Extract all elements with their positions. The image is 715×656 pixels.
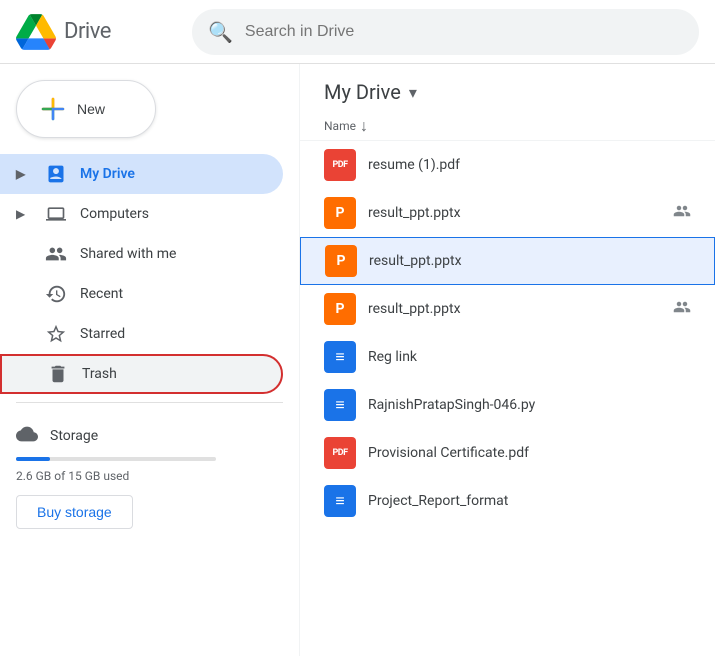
file-item[interactable]: ≡ Project_Report_format bbox=[300, 477, 715, 525]
storage-section: Storage 2.6 GB of 15 GB used Buy storage bbox=[0, 411, 299, 541]
file-item[interactable]: P result_ppt.pptx bbox=[300, 285, 715, 333]
search-bar[interactable]: 🔍 bbox=[192, 9, 699, 55]
search-input[interactable] bbox=[245, 23, 683, 41]
recent-icon bbox=[44, 283, 68, 305]
drive-logo-icon bbox=[16, 12, 56, 52]
nav-list: ▶ My Drive ▶ Computers ▶ Shar bbox=[0, 154, 299, 394]
sidebar-item-label-recent: Recent bbox=[80, 286, 123, 302]
app-title: Drive bbox=[64, 19, 111, 44]
file-item[interactable]: PDF resume (1).pdf bbox=[300, 141, 715, 189]
logo-area: Drive bbox=[16, 12, 176, 52]
main-layout: New ▶ My Drive ▶ Computers bbox=[0, 64, 715, 656]
content-area: My Drive ▾ Name ↓ PDF resume (1).pdf P r… bbox=[300, 64, 715, 656]
file-type-icon: P bbox=[324, 197, 356, 229]
file-name: Project_Report_format bbox=[368, 493, 691, 509]
shared-people-icon bbox=[673, 202, 691, 224]
sidebar-item-label-starred: Starred bbox=[80, 326, 125, 342]
file-name: resume (1).pdf bbox=[368, 157, 691, 173]
content-header: My Drive ▾ bbox=[300, 64, 715, 112]
sidebar-item-label-my-drive: My Drive bbox=[80, 166, 135, 182]
sidebar-item-my-drive[interactable]: ▶ My Drive bbox=[0, 154, 283, 194]
starred-icon bbox=[44, 323, 68, 345]
search-icon: 🔍 bbox=[208, 20, 233, 44]
my-drive-icon bbox=[44, 164, 68, 184]
file-name: result_ppt.pptx bbox=[368, 205, 657, 221]
sidebar-item-recent[interactable]: ▶ Recent bbox=[0, 274, 283, 314]
file-type-icon: PDF bbox=[324, 437, 356, 469]
name-column-label: Name bbox=[324, 119, 356, 133]
file-name: Provisional Certificate.pdf bbox=[368, 445, 691, 461]
sidebar-item-starred[interactable]: ▶ Starred bbox=[0, 314, 283, 354]
new-button-label: New bbox=[77, 101, 105, 117]
storage-cloud-icon bbox=[16, 423, 38, 449]
file-item[interactable]: ≡ Reg link bbox=[300, 333, 715, 381]
storage-used-text: 2.6 GB of 15 GB used bbox=[16, 469, 283, 483]
computers-icon bbox=[44, 204, 68, 224]
sidebar-divider bbox=[16, 402, 283, 403]
shared-icon bbox=[44, 243, 68, 265]
storage-bar-fill bbox=[16, 457, 50, 461]
file-type-icon: ≡ bbox=[324, 341, 356, 373]
file-type-icon: ≡ bbox=[324, 389, 356, 421]
sort-arrow-icon[interactable]: ↓ bbox=[360, 116, 368, 136]
expand-arrow-icon: ▶ bbox=[16, 167, 28, 181]
storage-bar bbox=[16, 457, 216, 461]
file-type-icon: P bbox=[324, 293, 356, 325]
sidebar-item-computers[interactable]: ▶ Computers bbox=[0, 194, 283, 234]
shared-people-icon bbox=[673, 298, 691, 320]
file-type-icon: P bbox=[325, 245, 357, 277]
sidebar: New ▶ My Drive ▶ Computers bbox=[0, 64, 300, 656]
column-header: Name ↓ bbox=[300, 112, 715, 141]
expand-arrow-computers-icon: ▶ bbox=[16, 207, 28, 221]
sidebar-item-shared[interactable]: ▶ Shared with me bbox=[0, 234, 283, 274]
new-button[interactable]: New bbox=[16, 80, 156, 138]
sidebar-item-trash[interactable]: ▶ Trash bbox=[0, 354, 283, 394]
storage-item: Storage bbox=[16, 423, 283, 449]
file-type-icon: ≡ bbox=[324, 485, 356, 517]
new-plus-icon bbox=[41, 97, 65, 121]
file-item[interactable]: P result_ppt.pptx bbox=[300, 189, 715, 237]
header: Drive 🔍 bbox=[0, 0, 715, 64]
file-name: RajnishPratapSingh-046.py bbox=[368, 397, 691, 413]
storage-label: Storage bbox=[50, 428, 98, 444]
buy-storage-button[interactable]: Buy storage bbox=[16, 495, 133, 529]
file-item[interactable]: ≡ RajnishPratapSingh-046.py bbox=[300, 381, 715, 429]
sidebar-item-label-shared: Shared with me bbox=[80, 246, 176, 262]
file-name: result_ppt.pptx bbox=[369, 253, 690, 269]
file-name: result_ppt.pptx bbox=[368, 301, 657, 317]
content-title-dropdown-icon[interactable]: ▾ bbox=[409, 83, 417, 102]
sidebar-item-label-trash: Trash bbox=[82, 366, 117, 382]
file-item-selected[interactable]: P result_ppt.pptx bbox=[300, 237, 715, 285]
sidebar-item-label-computers: Computers bbox=[80, 206, 149, 222]
file-name: Reg link bbox=[368, 349, 691, 365]
file-list: PDF resume (1).pdf P result_ppt.pptx P r… bbox=[300, 141, 715, 525]
content-title: My Drive bbox=[324, 80, 401, 104]
trash-icon bbox=[46, 363, 70, 385]
file-item[interactable]: PDF Provisional Certificate.pdf bbox=[300, 429, 715, 477]
file-type-icon: PDF bbox=[324, 149, 356, 181]
